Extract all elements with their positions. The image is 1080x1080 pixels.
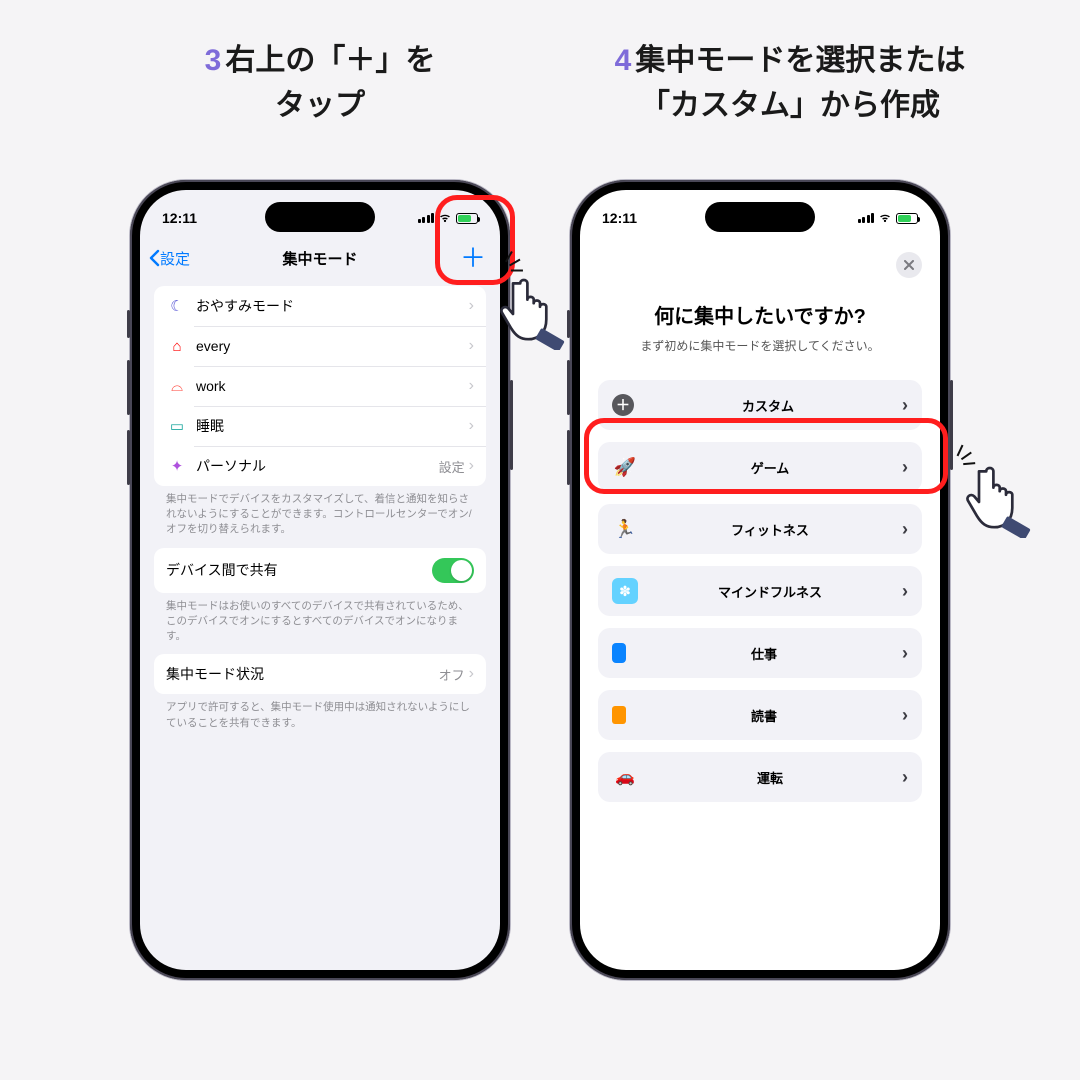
car-icon: 🚗 [612,764,638,790]
option-work[interactable]: 仕事 › [598,628,922,678]
chevron-right-icon: › [469,417,474,435]
option-driving[interactable]: 🚗 運転 › [598,752,922,802]
option-mindfulness[interactable]: ✽ マインドフルネス › [598,566,922,616]
chevron-right-icon: › [469,457,474,475]
status-footer: アプリで許可すると、集中モード使用中は通知されないようにしていることを共有できま… [140,694,500,732]
chevron-right-icon: › [902,581,908,602]
chevron-right-icon: › [469,337,474,355]
person-icon: ✦ [166,457,188,475]
home-icon: ⌂ [166,338,188,355]
rocket-icon: 🚀 [612,454,638,480]
book-icon [612,706,626,724]
step4-heading: 4集中モードを選択または 「カスタム」から作成 [540,38,1040,128]
focus-mode-row-sleep-dnd[interactable]: ☾ おやすみモード › [154,286,486,326]
back-button[interactable]: 設定 [148,248,190,269]
phone-left: 12:11 設定 集中モード ＋ ☾ おやすみモード [130,180,510,980]
signal-icon [418,213,435,223]
focus-modes-footer: 集中モードでデバイスをカスタマイズして、着信と通知を知らされないようにすることが… [140,486,500,540]
signal-icon [858,213,875,223]
chevron-right-icon: › [902,519,908,540]
bed-icon: ▭ [166,417,188,435]
status-time: 12:11 [162,210,222,226]
running-icon: 🏃 [612,516,638,542]
wifi-icon [878,211,892,225]
badge-icon [612,643,626,663]
status-time: 12:11 [602,210,662,226]
focus-mode-row-every[interactable]: ⌂ every › [154,326,486,366]
chevron-right-icon: › [902,457,908,478]
step4-number: 4 [615,44,632,77]
chevron-right-icon: › [902,395,908,416]
battery-icon [896,213,918,224]
focus-mode-row-personal[interactable]: ✦ パーソナル 設定 › [154,446,486,486]
headphones-icon: ⌓ [166,378,188,395]
chevron-right-icon: › [469,377,474,395]
focus-status-row[interactable]: 集中モード状況 オフ › [154,654,486,694]
phone-right: 12:11 何に集中したいですか? まず初めに集中モードを選択してください。 ＋… [570,180,950,980]
navbar-title: 集中モード [282,248,357,269]
share-across-devices-row[interactable]: デバイス間で共有 [154,548,486,593]
share-toggle[interactable] [432,558,474,583]
plus-circle-icon: ＋ [612,394,634,416]
focus-mode-row-work[interactable]: ⌓ work › [154,366,486,406]
option-custom[interactable]: ＋ カスタム › [598,380,922,430]
step3-number: 3 [205,44,222,77]
focus-modes-list: ☾ おやすみモード › ⌂ every › ⌓ work › ▭ 睡眠 [154,286,486,486]
mindfulness-icon: ✽ [612,578,638,604]
chevron-left-icon [148,249,160,267]
modal-subtitle: まず初めに集中モードを選択してください。 [580,337,940,354]
focus-mode-row-sleep[interactable]: ▭ 睡眠 › [154,406,486,446]
chevron-right-icon: › [469,665,474,683]
share-group: デバイス間で共有 [154,548,486,593]
chevron-right-icon: › [469,297,474,315]
navbar: 設定 集中モード ＋ [140,238,500,278]
chevron-right-icon: › [902,767,908,788]
dynamic-island [705,202,815,232]
wifi-icon [438,211,452,225]
pointer-hand-icon [952,448,1042,538]
step3-heading: 3右上の「＋」を タップ [105,38,535,128]
add-button[interactable]: ＋ [460,245,486,271]
close-icon [904,260,914,270]
chevron-right-icon: › [902,643,908,664]
close-button[interactable] [896,252,922,278]
modal-title: 何に集中したいですか? [580,300,940,329]
chevron-right-icon: › [902,705,908,726]
option-reading[interactable]: 読書 › [598,690,922,740]
moon-icon: ☾ [166,297,188,315]
option-fitness[interactable]: 🏃 フィットネス › [598,504,922,554]
option-game[interactable]: 🚀 ゲーム › [598,442,922,492]
battery-icon [456,213,478,224]
share-footer: 集中モードはお使いのすべてのデバイスで共有されているため、このデバイスでオンにす… [140,593,500,647]
dynamic-island [265,202,375,232]
status-group: 集中モード状況 オフ › [154,654,486,694]
